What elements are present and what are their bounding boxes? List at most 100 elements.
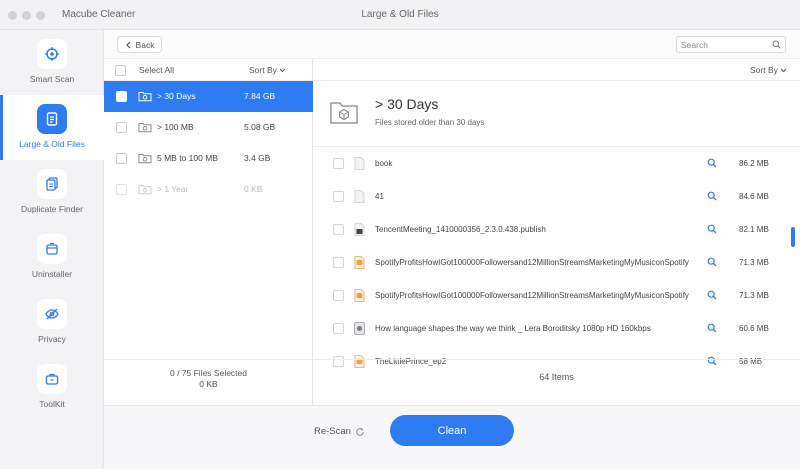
sidebar-item-smart-scan[interactable]: Smart Scan	[0, 30, 104, 95]
category-header: Select All Sort By	[104, 59, 313, 81]
select-all-checkbox[interactable]	[115, 65, 126, 76]
toolkit-icon	[37, 364, 67, 394]
sort-by-dropdown[interactable]: Sort By	[249, 65, 286, 75]
back-button[interactable]: Back	[117, 36, 162, 53]
file-checkbox[interactable]	[333, 290, 344, 301]
file-icon	[37, 104, 67, 134]
sidebar: Smart Scan Large & Old Files Duplicate F…	[0, 30, 104, 469]
magnifier-icon[interactable]	[707, 224, 717, 234]
category-checkbox[interactable]	[116, 122, 127, 133]
sidebar-item-large-old-files[interactable]: Large & Old Files	[0, 95, 104, 160]
duplicate-icon	[37, 169, 67, 199]
file-row[interactable]: TencentMeeting_1410000356_2.3.0.438.publ…	[313, 213, 800, 246]
back-label: Back	[135, 39, 155, 50]
file-checkbox[interactable]	[333, 158, 344, 169]
folder-icon	[138, 185, 152, 195]
file-row[interactable]: book 86.2 MB	[313, 147, 800, 180]
sidebar-item-label: Duplicate Finder	[21, 204, 83, 214]
items-summary: 64 Items	[313, 359, 800, 405]
magnifier-icon[interactable]	[707, 158, 717, 168]
file-sort-by-dropdown[interactable]: Sort By	[750, 65, 787, 75]
window-title: Large & Old Files	[361, 9, 439, 20]
sidebar-item-label: ToolKit	[39, 399, 65, 409]
selection-summary: 0 / 75 Files Selected 0 KB	[104, 359, 313, 405]
target-icon	[37, 39, 67, 69]
file-checkbox[interactable]	[333, 224, 344, 235]
file-size: 71.3 MB	[739, 258, 769, 267]
file-name: How language shapes the way we think _ L…	[375, 324, 651, 333]
file-name: TencentMeeting_1410000356_2.3.0.438.publ…	[375, 225, 546, 234]
main-content: Back Search Select All Sort By > 30 Days	[104, 30, 800, 469]
action-bar: Re-Scan Clean	[104, 405, 800, 469]
sidebar-item-duplicate-finder[interactable]: Duplicate Finder	[0, 160, 104, 225]
magnifier-icon[interactable]	[707, 191, 717, 201]
category-row-30-days[interactable]: > 30 Days 7.84 GB	[104, 81, 313, 112]
chevron-left-icon	[125, 41, 130, 48]
file-size: 86.2 MB	[739, 159, 769, 168]
sidebar-item-privacy[interactable]: Privacy	[0, 290, 104, 355]
sort-by-label: Sort By	[750, 65, 778, 75]
document-icon	[354, 157, 365, 170]
category-subtitle: Files stored older than 30 days	[375, 118, 485, 127]
category-label: 5 MB to 100 MB	[157, 153, 218, 163]
audio-icon	[354, 289, 365, 302]
clean-button[interactable]: Clean	[390, 415, 514, 446]
category-checkbox	[116, 184, 127, 195]
file-size: 71.3 MB	[739, 291, 769, 300]
file-row[interactable]: SpotifyProfitsHowIGot100000Followersand1…	[313, 279, 800, 312]
folder-icon	[138, 154, 152, 164]
file-name: book	[375, 159, 393, 168]
sidebar-item-toolkit[interactable]: ToolKit	[0, 355, 104, 420]
video-icon	[354, 322, 365, 335]
file-row[interactable]: How language shapes the way we think _ L…	[313, 312, 800, 345]
file-pane: Sort By > 30 Days Files stored older tha…	[313, 59, 800, 389]
file-checkbox[interactable]	[333, 191, 344, 202]
category-size: 7.84 GB	[244, 91, 276, 101]
magnifier-icon[interactable]	[707, 323, 717, 333]
folder-icon	[138, 123, 152, 133]
refresh-icon	[356, 427, 364, 436]
file-name: SpotifyProfitsHowIGot100000Followersand1…	[375, 258, 689, 267]
category-label: > 100 MB	[157, 122, 194, 132]
category-size: 5.08 GB	[244, 122, 276, 132]
rescan-button[interactable]: Re-Scan	[314, 426, 365, 437]
file-size: 84.6 MB	[739, 192, 769, 201]
category-row-5mb-to-100mb[interactable]: 5 MB to 100 MB 3.4 GB	[104, 143, 313, 174]
category-info: > 30 Days Files stored older than 30 day…	[313, 81, 800, 147]
eye-off-icon	[37, 299, 67, 329]
chevron-down-icon	[780, 68, 787, 73]
file-list: book 86.2 MB 41 84.6 MB TencentMeeting_1…	[313, 147, 800, 389]
rescan-label: Re-Scan	[314, 426, 351, 437]
category-checkbox[interactable]	[116, 91, 127, 102]
category-title: > 30 Days	[375, 96, 439, 112]
category-row-100-mb[interactable]: > 100 MB 5.08 GB	[104, 112, 313, 143]
category-checkbox[interactable]	[116, 153, 127, 164]
sidebar-item-label: Smart Scan	[29, 74, 75, 84]
toolbar: Back Search	[104, 30, 800, 59]
uninstall-icon	[37, 234, 67, 264]
file-checkbox[interactable]	[333, 323, 344, 334]
magnifier-icon[interactable]	[707, 257, 717, 267]
magnifier-icon[interactable]	[707, 290, 717, 300]
category-label: > 1 Year	[157, 184, 189, 194]
scrollbar-thumb[interactable]	[791, 227, 795, 247]
file-size: 82.1 MB	[739, 225, 769, 234]
sidebar-item-label: Large & Old Files	[19, 139, 85, 149]
file-row[interactable]: SpotifyProfitsHowIGot100000Followersand1…	[313, 246, 800, 279]
sidebar-item-uninstaller[interactable]: Uninstaller	[0, 225, 104, 290]
audio-icon	[354, 256, 365, 269]
file-checkbox[interactable]	[333, 257, 344, 268]
category-label: > 30 Days	[157, 91, 196, 101]
app-window: Macube Cleaner Large & Old Files Smart S…	[0, 0, 800, 469]
category-size: 0 KB	[244, 184, 263, 194]
category-size: 3.4 GB	[244, 153, 271, 163]
items-count: 64 Items	[539, 372, 574, 382]
search-input[interactable]: Search	[676, 36, 786, 53]
sort-by-label: Sort By	[249, 65, 277, 75]
search-placeholder: Search	[681, 40, 708, 50]
file-row[interactable]: 41 84.6 MB	[313, 180, 800, 213]
file-size: 60.6 MB	[739, 324, 769, 333]
file-name: SpotifyProfitsHowIGot100000Followersand1…	[375, 291, 689, 300]
category-row-1-year: > 1 Year 0 KB	[104, 174, 313, 205]
document-icon	[354, 190, 365, 203]
